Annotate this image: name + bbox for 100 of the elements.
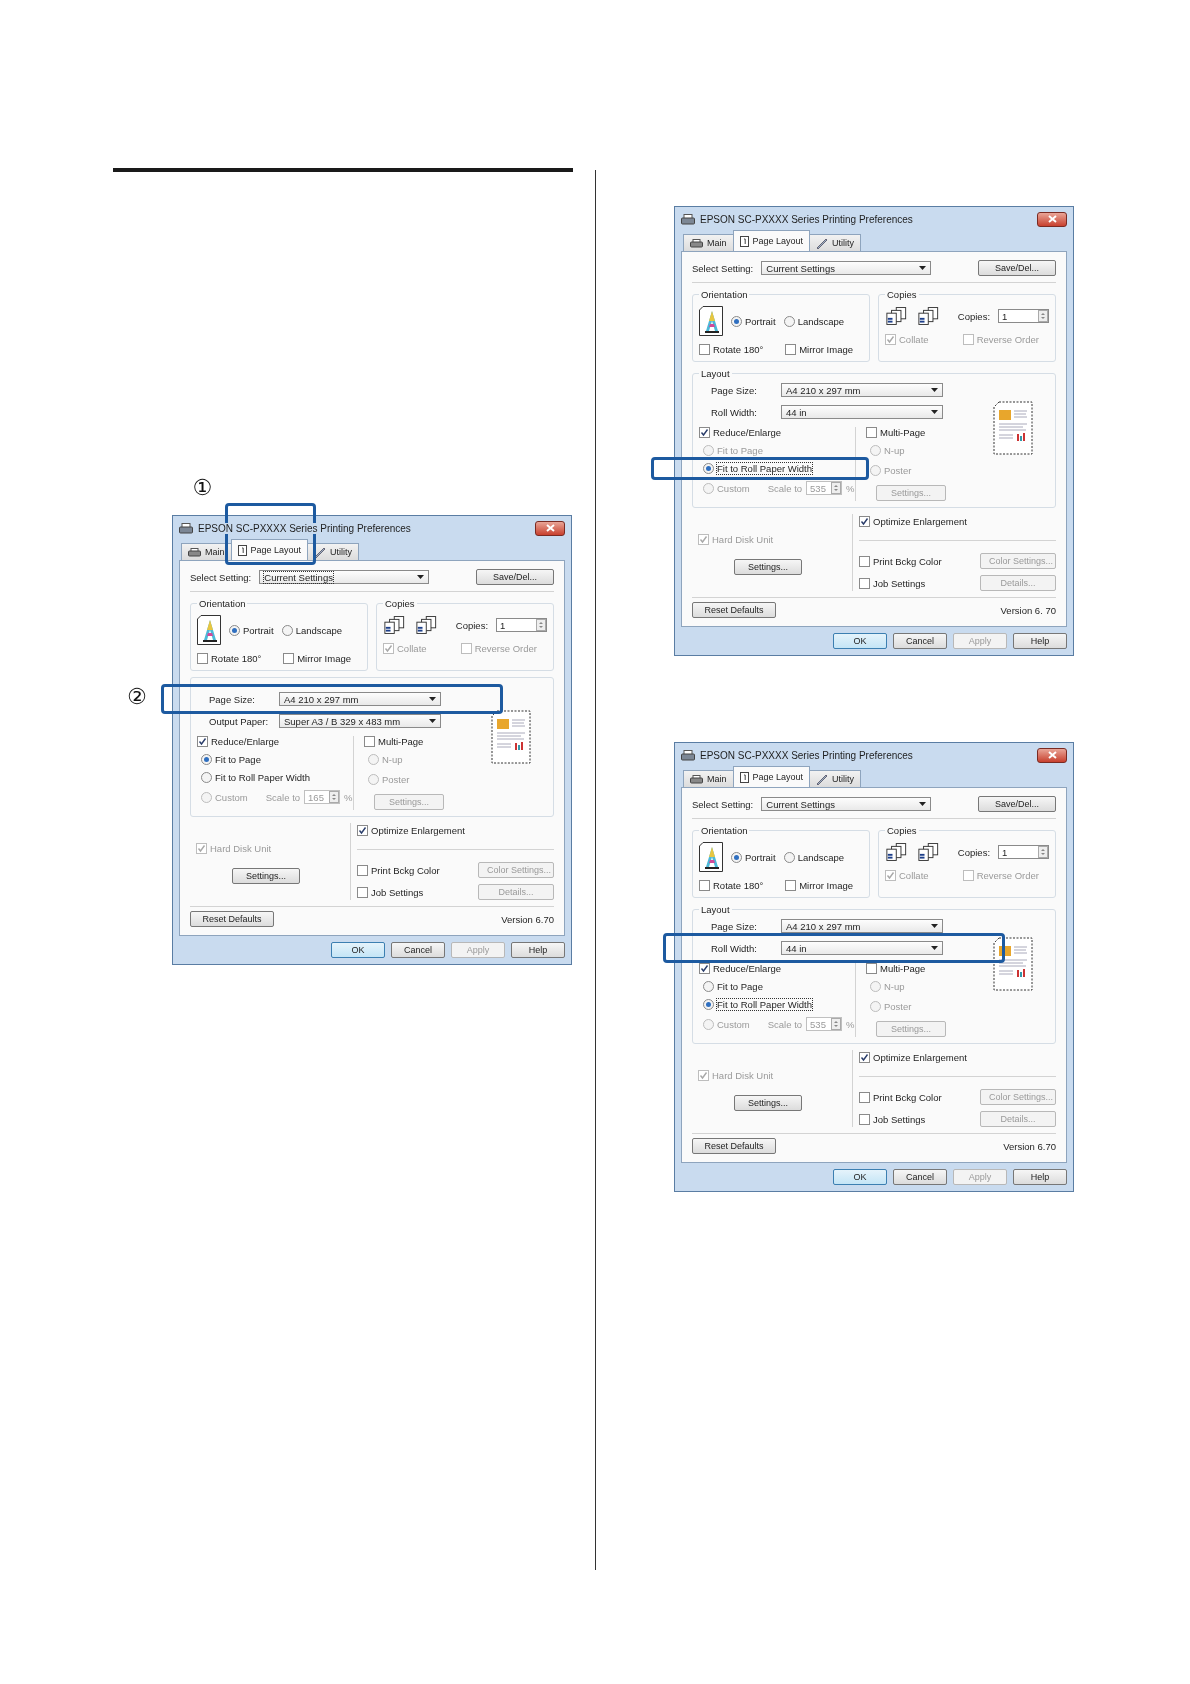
save-button[interactable]: Save/Del...: [978, 260, 1056, 276]
checkbox[interactable]: Mirror Image: [283, 653, 351, 664]
number-field[interactable]: 1: [998, 845, 1049, 859]
checkbox[interactable]: Optimize Enlargement: [357, 825, 465, 836]
page-orientation-icon: [699, 306, 723, 336]
field-label: Scale to: [265, 791, 301, 803]
group-label: Layout: [700, 368, 731, 379]
checkbox[interactable]: Reduce/Enlarge: [699, 427, 855, 438]
dialog-button[interactable]: Cancel: [391, 942, 445, 958]
dropdown[interactable]: Super A3 / B 329 x 483 mm: [279, 714, 441, 728]
radio-button[interactable]: Fit to Roll Paper Width: [703, 463, 813, 474]
dialog-button[interactable]: OK: [331, 942, 385, 958]
group-label: Orientation: [198, 598, 247, 609]
checkmark-icon: [700, 964, 709, 973]
radio-button[interactable]: Landscape: [783, 851, 845, 863]
tab[interactable]: Utility: [809, 234, 862, 251]
dialog-button[interactable]: OK: [833, 1169, 887, 1185]
close-button[interactable]: [1037, 211, 1067, 227]
tab[interactable]: Page Layout: [732, 230, 811, 251]
page-icon: [739, 771, 749, 783]
reset-defaults-button[interactable]: Reset Defaults: [190, 911, 274, 927]
group-label: Copies: [886, 289, 918, 300]
field-label: Page Size:: [711, 920, 758, 932]
settings-button[interactable]: Settings...: [734, 559, 802, 575]
radio-button[interactable]: Landscape: [281, 624, 343, 636]
checkbox[interactable]: Optimize Enlargement: [859, 1052, 967, 1063]
checkmark-icon: [197, 844, 206, 853]
dialog-button[interactable]: Help: [1013, 633, 1067, 649]
checkmark-icon: [886, 335, 895, 344]
field-label: Copies:: [957, 846, 991, 858]
field-label: Select Setting:: [692, 798, 754, 810]
dropdown[interactable]: A4 210 x 297 mm: [781, 383, 943, 397]
dropdown[interactable]: Current Settings: [761, 261, 932, 275]
dialog-button[interactable]: Help: [511, 942, 565, 958]
field-label: Page Size:: [711, 384, 758, 396]
caret-icon: [931, 388, 938, 392]
checkbox[interactable]: Job Settings: [859, 1113, 926, 1125]
radio-button[interactable]: Fit to Roll Paper Width: [201, 772, 311, 783]
dropdown[interactable]: 44 in: [781, 405, 943, 419]
dialog-button[interactable]: OK: [833, 633, 887, 649]
tab[interactable]: Page Layout: [732, 766, 811, 787]
checkbox[interactable]: Mirror Image: [785, 344, 853, 355]
checkbox[interactable]: Multi-Page: [364, 736, 487, 747]
radio-button[interactable]: Landscape: [783, 315, 845, 327]
save-button[interactable]: Save/Del...: [978, 796, 1056, 812]
tab[interactable]: Main: [683, 234, 734, 251]
checkbox[interactable]: Job Settings: [859, 577, 926, 589]
callout-number: ①: [192, 477, 213, 499]
close-button[interactable]: [535, 520, 565, 536]
checkbox[interactable]: Reduce/Enlarge: [699, 963, 855, 974]
checkbox[interactable]: Optimize Enlargement: [859, 516, 967, 527]
close-button[interactable]: [1037, 747, 1067, 763]
tab[interactable]: Utility: [809, 770, 862, 787]
number-field[interactable]: 1: [496, 618, 547, 632]
dialog-button[interactable]: Cancel: [893, 1169, 947, 1185]
field-label: Select Setting:: [692, 262, 754, 274]
checkbox[interactable]: Multi-Page: [866, 427, 989, 438]
radio-button[interactable]: Fit to Page: [703, 981, 763, 992]
page-orientation-icon: [197, 615, 221, 645]
page-preview-icon: [491, 710, 531, 764]
window-title: EPSON SC-PXXXX Series Printing Preferences: [700, 749, 913, 761]
radio-button[interactable]: Fit to Roll Paper Width: [703, 999, 813, 1010]
caret-icon: [931, 946, 938, 950]
tab[interactable]: Main: [181, 543, 232, 560]
group-label: Copies: [886, 825, 918, 836]
checkbox[interactable]: Job Settings: [357, 886, 424, 898]
checkmark-icon: [860, 1053, 869, 1062]
checkbox[interactable]: Print Bckg Color: [357, 864, 440, 876]
field-label: Copies:: [455, 619, 489, 631]
settings-button[interactable]: Settings...: [734, 1095, 802, 1111]
number-field[interactable]: 1: [998, 309, 1049, 323]
dialog-button[interactable]: Cancel: [893, 633, 947, 649]
dropdown[interactable]: Current Settings: [761, 797, 932, 811]
group-label: Copies: [384, 598, 416, 609]
save-button[interactable]: Save/Del...: [476, 569, 554, 585]
checkbox[interactable]: Print Bckg Color: [859, 1091, 942, 1103]
radio-button[interactable]: Fit to Page: [201, 754, 261, 765]
checkbox[interactable]: Mirror Image: [785, 880, 853, 891]
radio-button[interactable]: Portrait: [731, 851, 776, 863]
reset-defaults-button[interactable]: Reset Defaults: [692, 1138, 776, 1154]
tab[interactable]: Page Layout: [230, 539, 309, 560]
checkbox[interactable]: Rotate 180°: [197, 653, 262, 664]
dropdown[interactable]: 44 in: [781, 941, 943, 955]
checkbox[interactable]: Reduce/Enlarge: [197, 736, 353, 747]
caret-icon: [429, 697, 436, 701]
dropdown[interactable]: Current Settings: [259, 570, 430, 584]
radio-button[interactable]: Portrait: [229, 624, 274, 636]
dropdown[interactable]: A4 210 x 297 mm: [781, 919, 943, 933]
dialog-button[interactable]: Help: [1013, 1169, 1067, 1185]
checkbox[interactable]: Print Bckg Color: [859, 555, 942, 567]
dropdown[interactable]: A4 210 x 297 mm: [279, 692, 441, 706]
settings-button[interactable]: Settings...: [232, 868, 300, 884]
radio-button[interactable]: Portrait: [731, 315, 776, 327]
checkbox[interactable]: Multi-Page: [866, 963, 989, 974]
reset-defaults-button[interactable]: Reset Defaults: [692, 602, 776, 618]
checkbox[interactable]: Rotate 180°: [699, 880, 764, 891]
checkmark-icon: [358, 826, 367, 835]
version-label: Version 6.70: [1003, 1140, 1056, 1152]
tab[interactable]: Main: [683, 770, 734, 787]
checkbox[interactable]: Rotate 180°: [699, 344, 764, 355]
